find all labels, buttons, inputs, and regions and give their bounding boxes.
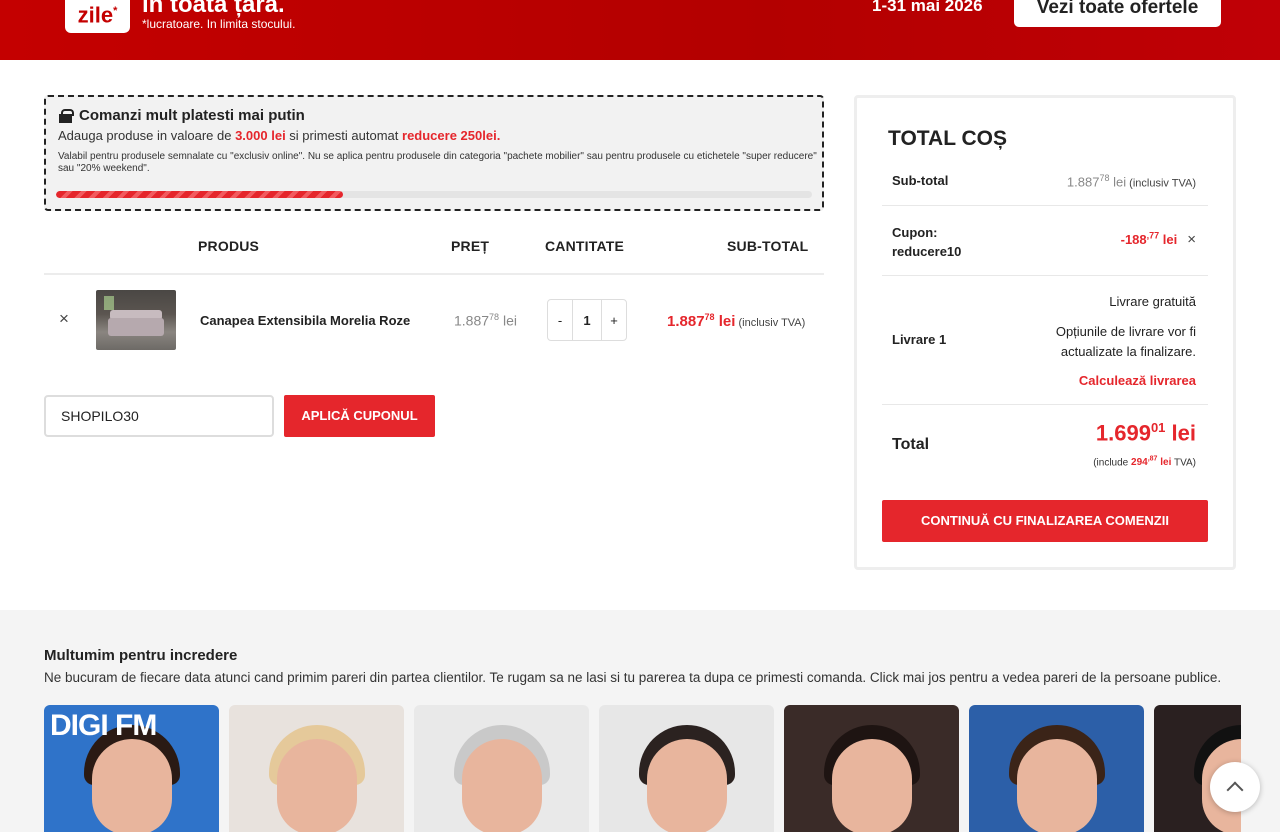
remove-coupon-icon[interactable]: × [1187, 231, 1196, 248]
gift-icon [58, 108, 74, 123]
quantity-input[interactable]: 1 [572, 300, 602, 340]
banner-logo: zile* [65, 0, 130, 33]
totals-divider [882, 404, 1208, 405]
promo-box: Comanzi mult platesti mai putin Adauga p… [44, 95, 824, 211]
totals-title: TOTAL COȘ [888, 127, 1008, 150]
scroll-to-top-button[interactable] [1210, 762, 1260, 812]
testimonial-card[interactable] [969, 705, 1144, 832]
testimonial-card[interactable] [229, 705, 404, 832]
subtotal-label: Sub-total [892, 173, 949, 188]
subtotal-value: 1.88778 lei (inclusiv TVA) [1066, 173, 1196, 190]
promo-discount: reducere 250lei. [402, 128, 501, 143]
header-subtotal: SUB-TOTAL [727, 238, 809, 254]
promo-line-middle: si primesti automat [285, 128, 403, 143]
person-face [91, 739, 172, 832]
testimonials-section: Multumim pentru incredere Ne bucuram de … [0, 610, 1280, 832]
totals-divider [882, 205, 1208, 206]
promo-line: Adauga produse in valoare de 3.000 lei s… [58, 128, 812, 143]
testimonial-card[interactable] [414, 705, 589, 832]
coupon-input[interactable] [44, 395, 274, 437]
product-name[interactable]: Canapea Extensibila Morelia Roze [200, 313, 410, 328]
person-face [1016, 739, 1097, 832]
header-product: PRODUS [198, 238, 260, 254]
checkout-button[interactable]: CONTINUĂ CU FINALIZAREA COMENZII [882, 500, 1208, 542]
testimonial-card[interactable]: DIGI FM [44, 705, 219, 832]
product-price: 1.88778 lei [454, 312, 517, 329]
promo-line-prefix: Adauga produse in valoare de [58, 128, 236, 143]
quantity-stepper: - 1 + [547, 299, 627, 341]
promo-banner: zile* în toată țara. *lucratoare. In lim… [0, 0, 1280, 60]
total-value: 1.69901 lei [1095, 420, 1196, 446]
quantity-increase-button[interactable]: + [602, 300, 626, 340]
view-offers-button[interactable]: Vezi toate ofertele [1014, 0, 1221, 27]
testimonial-carousel: DIGI FM [44, 705, 1241, 832]
header-quantity: CANTITATE [545, 238, 625, 254]
testimonials-title: Multumim pentru incredere [44, 647, 238, 664]
shipping-free: Livrare gratuită [1109, 294, 1196, 309]
promo-progress-fill [56, 191, 344, 198]
person-face [831, 739, 912, 832]
cart-totals-card: TOTAL COȘ Sub-total 1.88778 lei (inclusi… [854, 95, 1236, 570]
coupon-value: -188,77 lei × [1120, 231, 1196, 249]
totals-divider [882, 275, 1208, 276]
promo-title: Comanzi mult platesti mai putin [58, 107, 812, 124]
product-subtotal: 1.88778 lei (inclusiv TVA) [667, 312, 806, 330]
person-face [646, 739, 727, 832]
table-header-divider [44, 273, 824, 275]
card-brand-label: DIGI FM [50, 709, 157, 742]
promo-amount: 3.000 lei [235, 128, 286, 143]
promo-title-text: Comanzi mult platesti mai putin [79, 107, 305, 124]
product-thumbnail[interactable] [96, 290, 176, 350]
person-face [461, 739, 542, 832]
testimonial-card[interactable] [784, 705, 959, 832]
remove-item-button[interactable]: × [56, 310, 72, 327]
testimonial-card[interactable] [599, 705, 774, 832]
apply-coupon-button[interactable]: APLICĂ CUPONUL [284, 395, 435, 437]
banner-dates: 1-31 mai 2026 [872, 0, 983, 15]
calculate-shipping-link[interactable]: Calculează livrarea [1079, 373, 1196, 388]
person-face [276, 739, 357, 832]
total-label: Total [892, 436, 930, 453]
coupon-label: Cupon: reducere10 [892, 225, 962, 259]
chevron-up-icon [1226, 781, 1244, 799]
testimonials-description: Ne bucuram de fiecare data atunci cand p… [44, 670, 1222, 685]
banner-note: *lucratoare. In limita stocului. [142, 17, 296, 31]
total-tva-note: (include 294,87 lei TVA) [1093, 456, 1196, 469]
header-price: PREȚ [451, 238, 490, 254]
promo-fine-print: Valabil pentru produsele semnalate cu "e… [58, 151, 817, 174]
shipping-label: Livrare 1 [892, 332, 947, 347]
quantity-decrease-button[interactable]: - [548, 300, 572, 340]
promo-progress-bar [56, 191, 812, 198]
shipping-info: Opțiunile de livrare vor fi actualizate l… [1055, 324, 1196, 359]
